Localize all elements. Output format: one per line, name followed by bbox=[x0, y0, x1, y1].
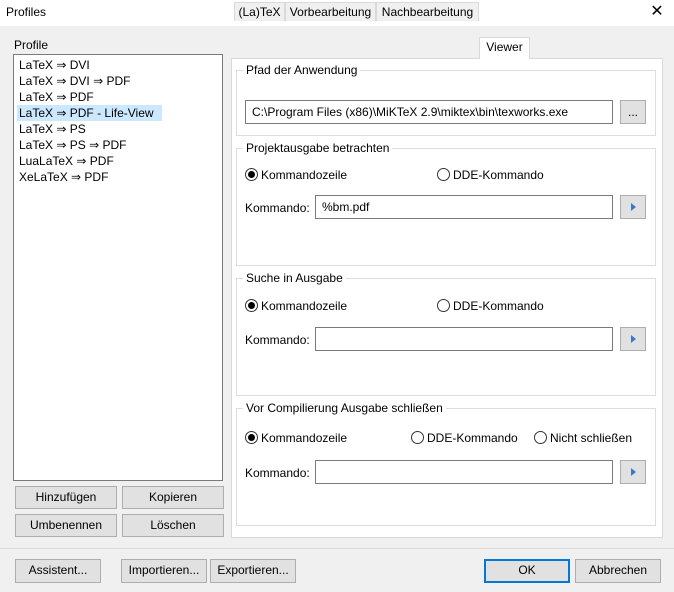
profile-list[interactable]: LaTeX ⇒ DVI LaTeX ⇒ DVI ⇒ PDF LaTeX ⇒ PD… bbox=[13, 54, 223, 481]
view-command-field[interactable]: %bm.pdf bbox=[315, 195, 613, 219]
add-profile-button[interactable]: Hinzufügen bbox=[15, 486, 117, 509]
footer-separator bbox=[0, 548, 674, 549]
arrow-right-icon bbox=[630, 467, 636, 476]
ok-button[interactable]: OK bbox=[484, 559, 570, 583]
radio-label: Kommandozeile bbox=[261, 431, 348, 445]
radio-no-close[interactable]: Nicht schließen bbox=[534, 430, 632, 446]
radio-label: DDE-Kommando bbox=[453, 299, 544, 313]
list-item-selected[interactable]: LaTeX ⇒ PDF - Life-View bbox=[17, 105, 162, 121]
list-item[interactable]: LuaLaTeX ⇒ PDF bbox=[17, 153, 116, 169]
radio-label: DDE-Kommando bbox=[453, 168, 544, 182]
search-output-title: Suche in Ausgabe bbox=[243, 271, 346, 285]
rename-profile-button[interactable]: Umbenennen bbox=[15, 514, 117, 537]
arrow-right-icon bbox=[630, 334, 636, 343]
tab-latex[interactable]: (La)TeX bbox=[234, 2, 285, 21]
list-item[interactable]: LaTeX ⇒ DVI ⇒ PDF bbox=[17, 73, 132, 89]
radio-label: Nicht schließen bbox=[550, 431, 633, 445]
radio-label: Kommandozeile bbox=[261, 299, 348, 313]
arrow-right-icon bbox=[630, 202, 636, 211]
import-button[interactable]: Importieren... bbox=[121, 559, 207, 583]
list-item[interactable]: XeLaTeX ⇒ PDF bbox=[17, 169, 110, 185]
radio-off-icon bbox=[534, 431, 547, 445]
command-label: Kommando: bbox=[245, 201, 310, 215]
close-before-compile-title: Vor Compilierung Ausgabe schließen bbox=[243, 401, 446, 415]
window-title: Profiles bbox=[6, 5, 47, 19]
radio-dde-search[interactable]: DDE-Kommando bbox=[437, 298, 544, 314]
list-item[interactable]: LaTeX ⇒ PS ⇒ PDF bbox=[17, 137, 128, 153]
delete-profile-button[interactable]: Löschen bbox=[122, 514, 224, 537]
profiles-dialog: Profiles ✕ Profile LaTeX ⇒ DVI LaTeX ⇒ D… bbox=[0, 0, 674, 592]
viewer-panel: Pfad der Anwendung C:\Program Files (x86… bbox=[231, 58, 663, 538]
app-path-group: Pfad der Anwendung C:\Program Files (x86… bbox=[236, 63, 656, 136]
radio-cmdline-view[interactable]: Kommandozeile bbox=[245, 167, 347, 183]
close-command-field[interactable] bbox=[315, 460, 613, 484]
tab-viewer[interactable]: Viewer bbox=[479, 37, 530, 59]
cancel-button[interactable]: Abbrechen bbox=[575, 559, 661, 583]
browse-button[interactable]: ... bbox=[620, 100, 646, 124]
copy-profile-button[interactable]: Kopieren bbox=[122, 486, 224, 509]
list-item[interactable]: LaTeX ⇒ PDF bbox=[17, 89, 96, 105]
radio-off-icon bbox=[437, 168, 450, 182]
list-item[interactable]: LaTeX ⇒ PS bbox=[17, 121, 88, 137]
radio-cmdline-search[interactable]: Kommandozeile bbox=[245, 298, 347, 314]
radio-dde-close[interactable]: DDE-Kommando bbox=[411, 430, 518, 446]
search-command-menu-button[interactable] bbox=[620, 327, 646, 351]
radio-on-icon bbox=[245, 431, 258, 445]
wizard-button[interactable]: Assistent... bbox=[15, 559, 101, 583]
export-button[interactable]: Exportieren... bbox=[210, 559, 296, 583]
app-path-title: Pfad der Anwendung bbox=[243, 63, 361, 77]
profiles-label: Profile bbox=[14, 38, 49, 52]
radio-label: Kommandozeile bbox=[261, 168, 348, 182]
radio-on-icon bbox=[245, 299, 258, 313]
command-label: Kommando: bbox=[245, 333, 310, 347]
list-item[interactable]: LaTeX ⇒ DVI bbox=[17, 57, 92, 73]
view-command-menu-button[interactable] bbox=[620, 195, 646, 219]
close-command-menu-button[interactable] bbox=[620, 460, 646, 484]
view-output-title: Projektausgabe betrachten bbox=[243, 141, 393, 155]
search-command-field[interactable] bbox=[315, 327, 613, 351]
tab-postprocessing[interactable]: Nachbearbeitung bbox=[376, 2, 479, 21]
close-before-compile-group: Vor Compilierung Ausgabe schließen Komma… bbox=[236, 401, 656, 526]
tab-preprocessing[interactable]: Vorbearbeitung bbox=[285, 2, 376, 21]
close-icon[interactable]: ✕ bbox=[646, 2, 668, 22]
command-label: Kommando: bbox=[245, 466, 310, 480]
radio-label: DDE-Kommando bbox=[427, 431, 518, 445]
radio-cmdline-close[interactable]: Kommandozeile bbox=[245, 430, 347, 446]
radio-off-icon bbox=[437, 299, 450, 313]
view-output-group: Projektausgabe betrachten Kommandozeile … bbox=[236, 141, 656, 266]
radio-dde-view[interactable]: DDE-Kommando bbox=[437, 167, 544, 183]
search-output-group: Suche in Ausgabe Kommandozeile DDE-Komma… bbox=[236, 271, 656, 396]
radio-on-icon bbox=[245, 168, 258, 182]
app-path-field[interactable]: C:\Program Files (x86)\MiKTeX 2.9\miktex… bbox=[245, 100, 613, 124]
radio-off-icon bbox=[411, 431, 424, 445]
